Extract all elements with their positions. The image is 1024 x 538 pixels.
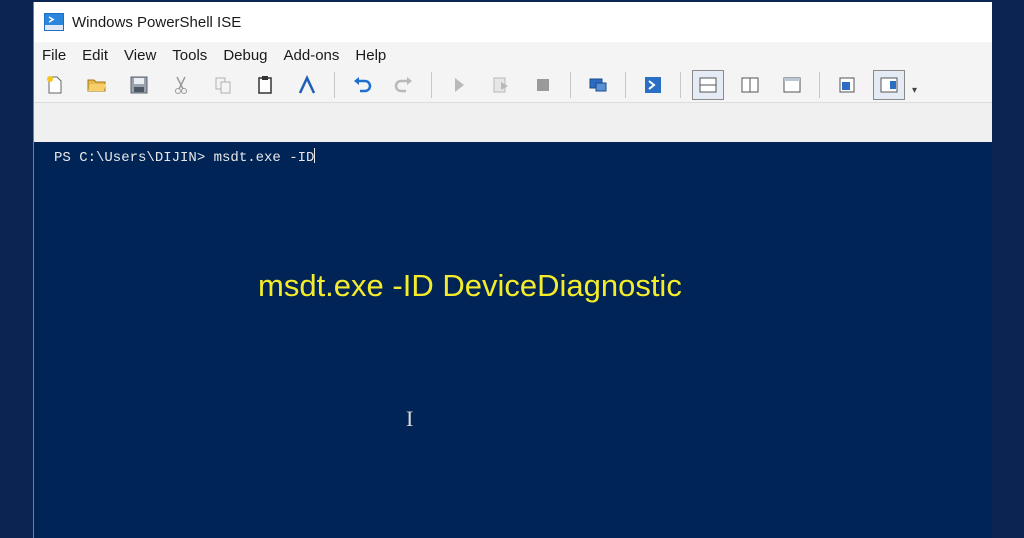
copy-icon <box>215 77 231 94</box>
console-prompt-line: PS C:\Users\DIJIN> msdt.exe -ID <box>54 148 316 166</box>
console-prompt-text: PS C:\Users\DIJIN> msdt.exe -ID <box>54 150 315 166</box>
cut-button[interactable] <box>166 71 196 99</box>
script-pane-top-icon <box>699 77 717 93</box>
script-pane-maximized-icon <box>783 77 801 93</box>
script-pane-right-icon <box>741 77 759 93</box>
show-command-window-button[interactable] <box>832 71 862 99</box>
script-pane-maximized-button[interactable] <box>777 71 807 99</box>
toolbar: ▾ <box>34 68 992 102</box>
toolbar-separator <box>625 72 626 98</box>
save-icon <box>130 76 148 94</box>
toolbar-overflow-icon[interactable]: ▾ <box>912 85 917 96</box>
save-button[interactable] <box>124 71 154 99</box>
title-bar[interactable]: Windows PowerShell ISE <box>34 2 992 42</box>
stop-button[interactable] <box>528 71 558 99</box>
run-selection-button[interactable] <box>486 71 516 99</box>
menu-add-ons[interactable]: Add-ons <box>276 47 348 64</box>
toolbar-separator <box>334 72 335 98</box>
powershell-console-button[interactable] <box>638 71 668 99</box>
show-command-addon-button[interactable] <box>873 70 905 100</box>
ibeam-cursor-icon: I <box>406 406 414 431</box>
run-selection-icon <box>493 77 508 93</box>
toolbar-separator <box>819 72 820 98</box>
redo-button[interactable] <box>389 71 419 99</box>
redo-icon <box>394 77 412 93</box>
show-command-addon-icon <box>880 77 898 93</box>
show-command-window-icon <box>839 77 855 93</box>
window-title: Windows PowerShell ISE <box>72 13 242 31</box>
copy-button[interactable] <box>208 71 238 99</box>
menu-edit[interactable]: Edit <box>74 47 116 64</box>
run-script-button[interactable] <box>444 71 474 99</box>
menu-view[interactable]: View <box>116 47 164 64</box>
clear-console-button[interactable] <box>292 71 322 99</box>
undo-icon <box>354 77 372 93</box>
script-pane-right-button[interactable] <box>735 71 765 99</box>
open-button[interactable] <box>82 71 112 99</box>
new-file-button[interactable] <box>40 71 70 99</box>
toolbar-separator <box>570 72 571 98</box>
paste-button[interactable] <box>250 71 280 99</box>
stop-icon <box>537 79 549 91</box>
toolbar-separator <box>680 72 681 98</box>
menu-debug[interactable]: Debug <box>215 47 275 64</box>
powershell-ise-app-icon <box>44 13 64 31</box>
powershell-console-icon <box>645 77 661 93</box>
text-caret <box>314 148 316 163</box>
toolbar-separator <box>431 72 432 98</box>
menu-tools[interactable]: Tools <box>164 47 215 64</box>
powershell-ise-window: Windows PowerShell ISE File Edit View To… <box>33 2 992 538</box>
run-script-icon <box>455 78 464 92</box>
overlay-caption: msdt.exe -ID DeviceDiagnostic <box>258 268 682 303</box>
menu-help[interactable]: Help <box>347 47 394 64</box>
console-pane[interactable]: PS C:\Users\DIJIN> msdt.exe -ID msdt.exe… <box>34 142 992 538</box>
open-folder-icon <box>87 79 106 92</box>
script-tab-strip <box>34 102 992 143</box>
remote-powershell-icon <box>589 78 607 92</box>
cut-icon <box>175 76 187 94</box>
paste-icon <box>258 76 272 94</box>
remote-powershell-button[interactable] <box>583 71 613 99</box>
undo-button[interactable] <box>347 71 377 99</box>
clear-console-icon <box>298 75 316 94</box>
script-pane-top-button[interactable] <box>692 70 724 100</box>
new-file-icon <box>47 76 62 94</box>
menu-file[interactable]: File <box>34 47 74 64</box>
menu-bar: File Edit View Tools Debug Add-ons Help <box>34 42 992 68</box>
